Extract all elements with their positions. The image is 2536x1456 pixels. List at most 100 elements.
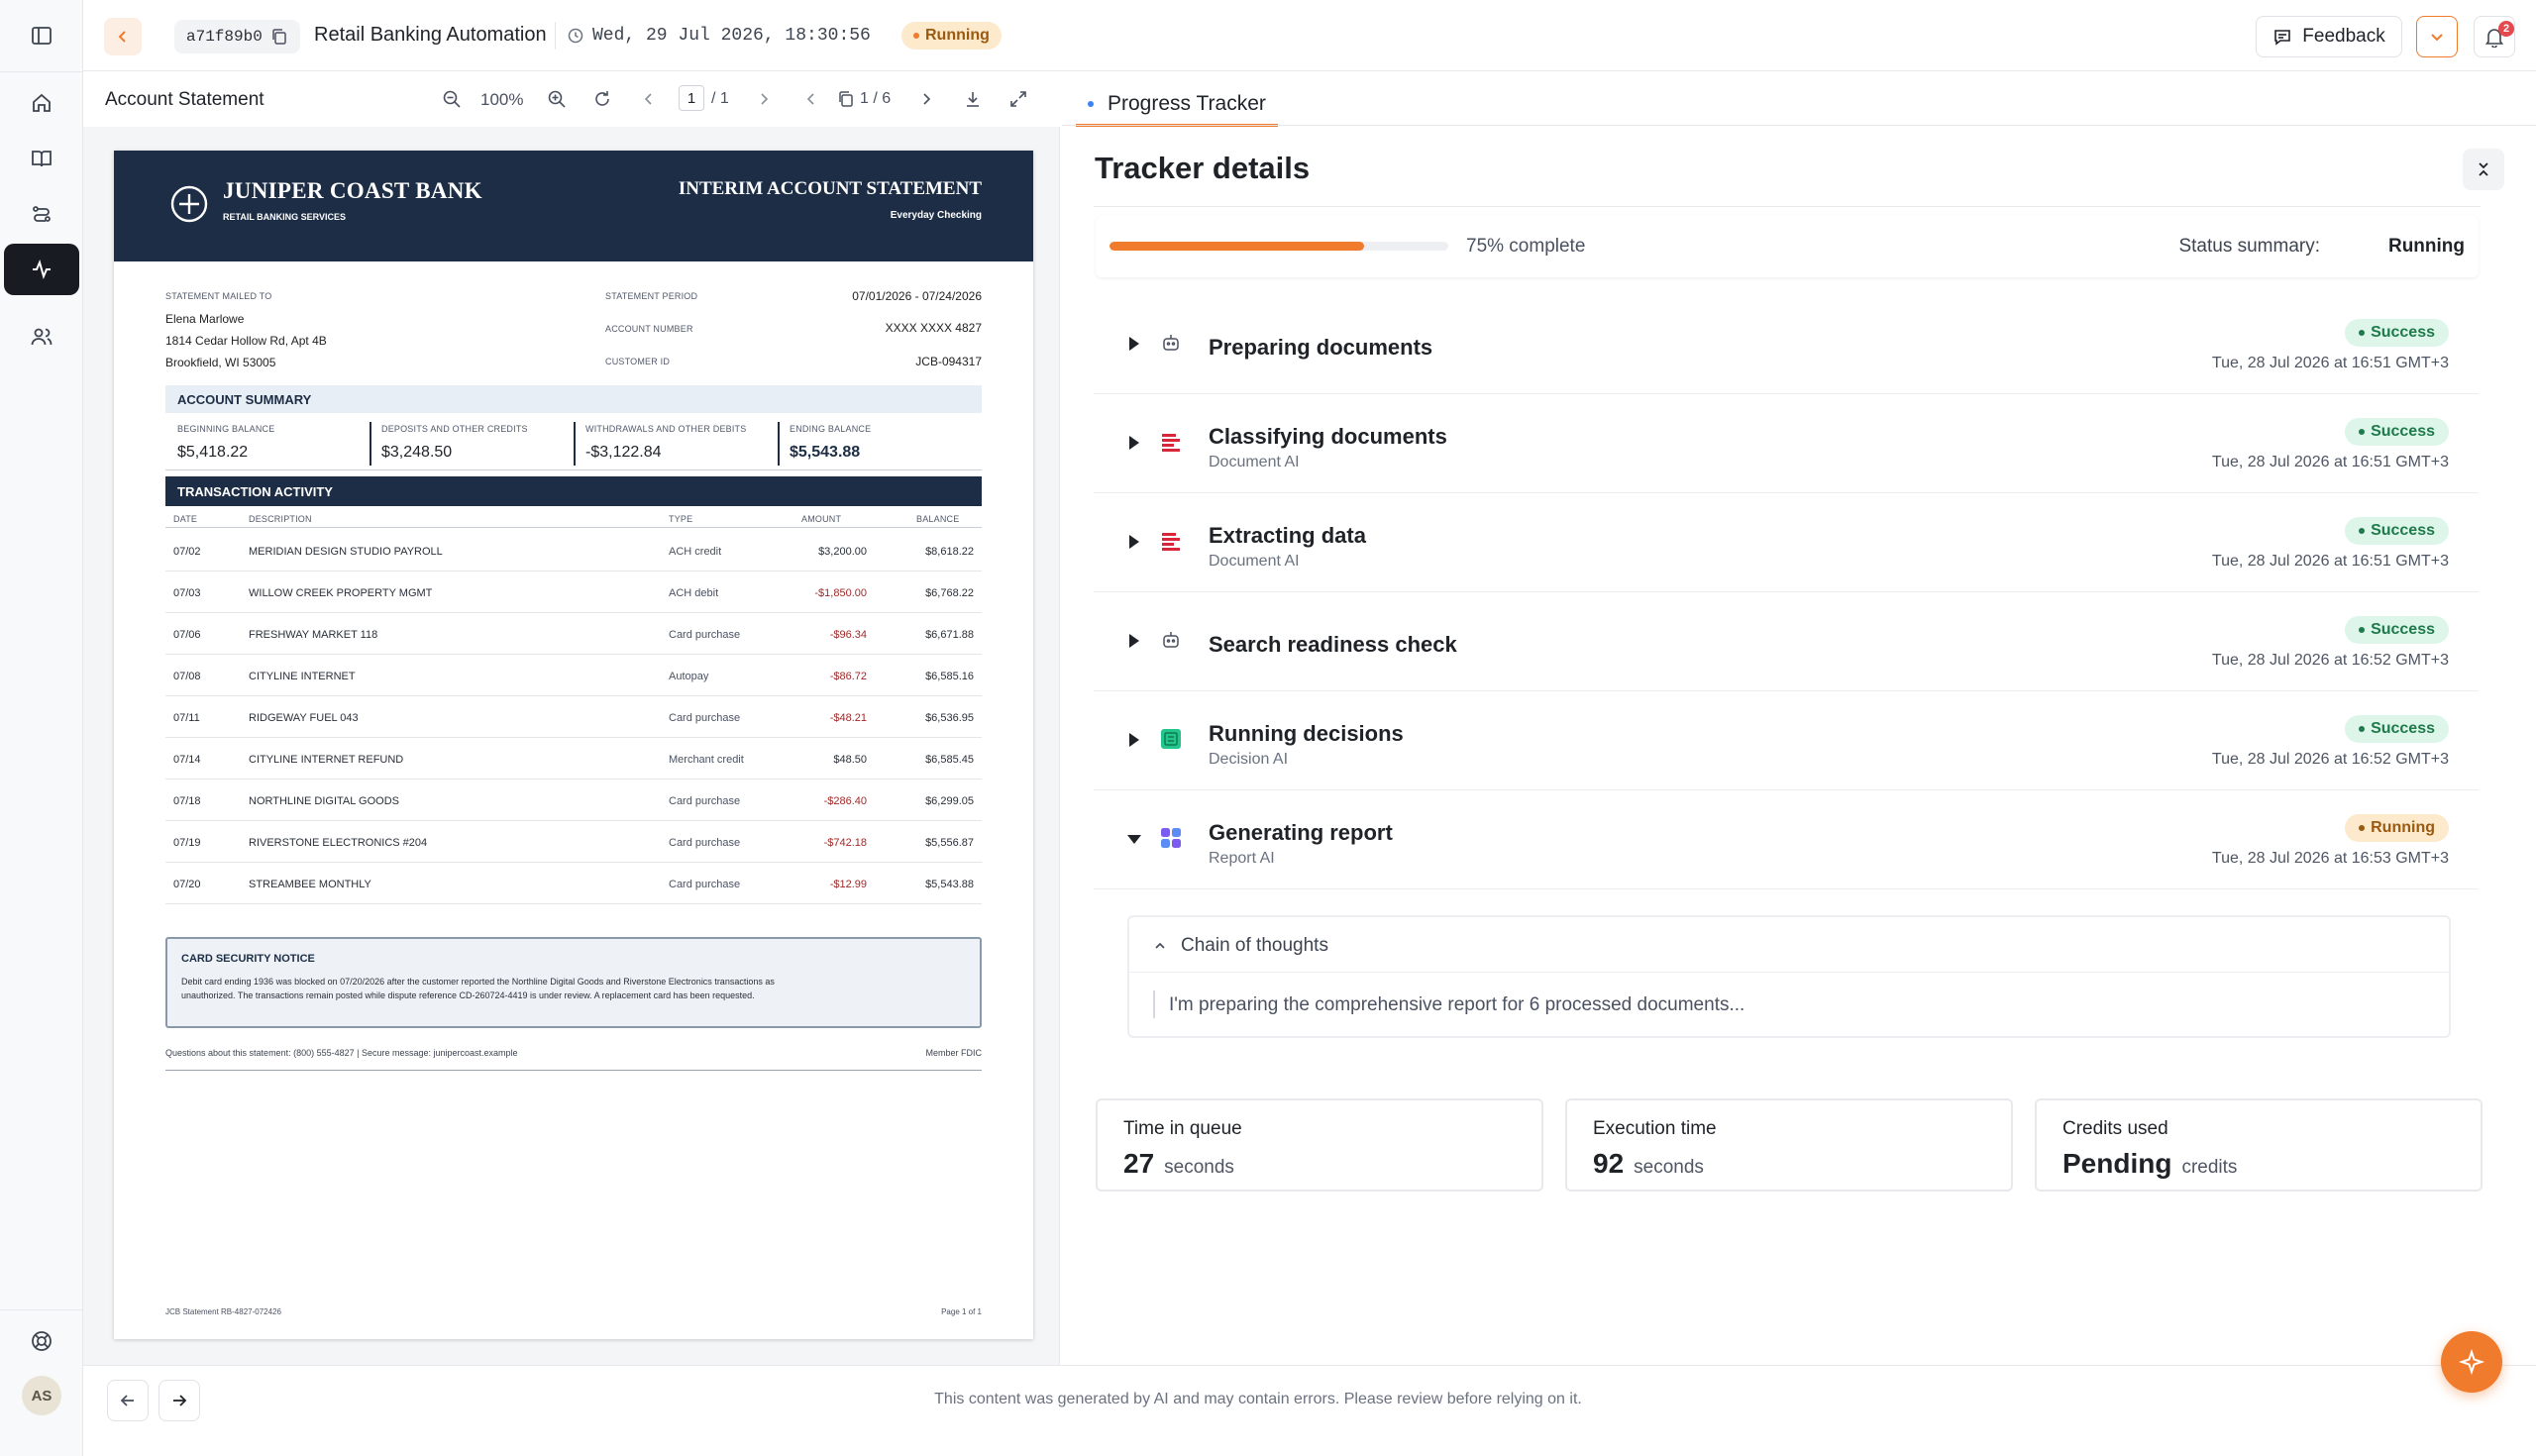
ai-disclaimer: This content was generated by AI and may…: [934, 1391, 1582, 1407]
tx-balance: $6,768.22: [925, 587, 974, 599]
feedback-label: Feedback: [2302, 26, 2385, 47]
progress-tracker-panel: Progress Tracker Tracker details 75% com…: [1062, 71, 2536, 1365]
help-icon[interactable]: [4, 1315, 79, 1367]
status-badge-label: Running: [925, 27, 990, 44]
collapsed-triangle-icon[interactable]: [1125, 632, 1143, 650]
column-header: TYPE: [669, 514, 693, 524]
rotate-icon[interactable]: [592, 89, 612, 109]
clock-icon: [568, 28, 583, 44]
more-actions-dropdown[interactable]: [2416, 16, 2458, 57]
transaction-row: 07/03 WILLOW CREEK PROPERTY MGMT ACH debit…: [165, 572, 982, 613]
period-label: STATEMENT PERIOD: [605, 291, 698, 301]
step-status: Success: [2371, 621, 2435, 638]
step-icon: [1157, 626, 1185, 654]
transaction-activity-title: TRANSACTION ACTIVITY: [177, 484, 333, 499]
fullscreen-icon[interactable]: [1008, 89, 1028, 109]
tx-amount: $3,200.00: [818, 546, 867, 558]
column-header: AMOUNT: [801, 514, 842, 524]
statement-title: INTERIM ACCOUNT STATEMENT: [678, 178, 982, 199]
tx-amount: -$48.21: [829, 712, 867, 724]
step-icon: [1157, 428, 1185, 456]
page-total: / 1: [711, 90, 729, 107]
tx-amount: -$96.34: [829, 629, 867, 641]
progress-bar: [1110, 242, 1448, 251]
step-classifying-documents[interactable]: Classifying documents Document AI Success T…: [1094, 394, 2479, 493]
step-status-badge: Success: [2345, 418, 2449, 446]
ai-assistant-button[interactable]: [2441, 1331, 2502, 1393]
statement-contact: Questions about this statement: (800) 55…: [165, 1048, 518, 1058]
expanded-triangle-icon[interactable]: [1125, 830, 1143, 848]
stat-execution-time: Execution time 92 seconds: [1565, 1098, 2013, 1192]
step-status: Success: [2371, 522, 2435, 539]
tx-date: 07/06: [173, 629, 201, 641]
tab-progress-tracker[interactable]: Progress Tracker: [1076, 83, 1278, 127]
prev-page-icon[interactable]: [642, 91, 656, 107]
tx-type: Card purchase: [669, 795, 741, 807]
step-title: Preparing documents: [1209, 335, 1433, 360]
nav-users-icon[interactable]: [4, 311, 79, 363]
customer-name: Elena Marlowe: [165, 312, 245, 326]
sidebar-toggle-icon[interactable]: [4, 10, 79, 61]
robot-icon: [1163, 335, 1179, 351]
next-page-icon[interactable]: [757, 91, 771, 107]
collapsed-triangle-icon[interactable]: [1125, 533, 1143, 551]
copy-icon: [272, 29, 286, 45]
step-extracting-data[interactable]: Extracting data Document AI Success Tue, 28…: [1094, 493, 2479, 592]
chain-of-thoughts: Chain of thoughts I'm preparing the comp…: [1127, 915, 2451, 1038]
step-preparing-documents[interactable]: Preparing documents Success Tue, 28 Jul 20…: [1094, 295, 2479, 394]
workflow-name: Retail Banking Automation: [314, 24, 547, 46]
document-position: 1 / 6: [860, 90, 892, 107]
download-icon[interactable]: [963, 89, 983, 109]
collapse-icon: [2479, 162, 2488, 176]
tx-type: Card purchase: [669, 629, 741, 641]
zoom-out-icon[interactable]: [442, 89, 462, 109]
chain-of-thoughts-toggle[interactable]: Chain of thoughts: [1129, 917, 2449, 973]
mailed-to-label: STATEMENT MAILED TO: [165, 291, 272, 301]
step-status-badge: Success: [2345, 517, 2449, 545]
summary-label: ENDING BALANCE: [790, 424, 872, 434]
tx-type: Merchant credit: [669, 754, 744, 766]
zoom-in-icon[interactable]: [547, 89, 567, 109]
step-subtitle: Document AI: [1209, 553, 1300, 570]
collapse-button[interactable]: [2463, 149, 2504, 190]
bank-name: JUNIPER COAST BANK: [223, 178, 482, 203]
collapsed-triangle-icon[interactable]: [1125, 434, 1143, 452]
transaction-row: 07/11 RIDGEWAY FUEL 043 Card purchase -$48.…: [165, 696, 982, 738]
collapsed-triangle-icon[interactable]: [1125, 335, 1143, 353]
feedback-button[interactable]: Feedback: [2256, 16, 2402, 57]
run-id-chip[interactable]: a71f89b0: [174, 20, 300, 53]
tx-date: 07/14: [173, 754, 201, 766]
account-number-label: ACCOUNT NUMBER: [605, 324, 693, 334]
step-search-readiness-check[interactable]: Search readiness check Success Tue, 28 Jul…: [1094, 592, 2479, 691]
transaction-row: 07/18 NORTHLINE DIGITAL GOODS Card purchas…: [165, 780, 982, 821]
bank-subtitle: RETAIL BANKING SERVICES: [223, 212, 347, 222]
nav-workflows-icon[interactable]: [4, 188, 79, 240]
transaction-row: 07/06 FRESHWAY MARKET 118 Card purchase -$9…: [165, 613, 982, 655]
tx-type: Card purchase: [669, 879, 741, 890]
nav-activity-icon[interactable]: [4, 244, 79, 295]
step-status-badge: Running: [2345, 814, 2449, 842]
step-timestamp: Tue, 28 Jul 2026 at 16:53 GMT+3: [2211, 850, 2449, 867]
statement-page: JUNIPER COAST BANK RETAIL BANKING SERVIC…: [114, 151, 1033, 1339]
back-button[interactable]: [104, 18, 142, 55]
viewer-title: Account Statement: [105, 89, 264, 110]
document-viewer: Account Statement 100% 1 / 1 1 / 6 JUNIP…: [83, 71, 1060, 1365]
status-summary-value: Running: [2387, 236, 2465, 257]
page-number-input[interactable]: 1: [679, 85, 704, 111]
avatar[interactable]: AS: [22, 1376, 61, 1415]
collapsed-triangle-icon[interactable]: [1125, 731, 1143, 749]
tx-description: MERIDIAN DESIGN STUDIO PAYROLL: [249, 546, 443, 558]
account-summary-header: ACCOUNT SUMMARY: [165, 385, 982, 413]
step-title: Extracting data: [1209, 523, 1366, 548]
account-summary-title: ACCOUNT SUMMARY: [177, 392, 312, 407]
next-document-icon[interactable]: [919, 91, 933, 107]
footer-bar: This content was generated by AI and may…: [83, 1365, 2536, 1434]
step-running-decisions[interactable]: Running decisions Decision AI Success Tue, …: [1094, 691, 2479, 790]
prev-document-icon[interactable]: [804, 91, 818, 107]
nav-home-icon[interactable]: [4, 77, 79, 129]
nav-library-icon[interactable]: [4, 133, 79, 184]
stat-label: Credits used: [2062, 1118, 2168, 1139]
notifications-button[interactable]: 2: [2474, 16, 2515, 57]
step-timestamp: Tue, 28 Jul 2026 at 16:51 GMT+3: [2211, 454, 2449, 470]
step-generating-report[interactable]: Generating report Report AI Running Tue, 28…: [1094, 790, 2479, 889]
